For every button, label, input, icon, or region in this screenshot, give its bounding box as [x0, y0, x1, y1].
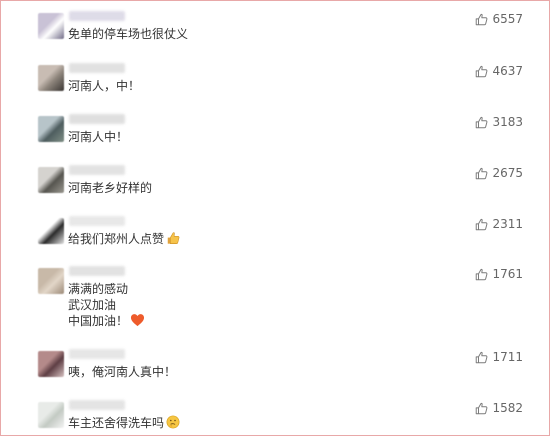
username-blurred[interactable]	[69, 216, 125, 226]
comment-text: 免单的停车场也很仗义	[68, 26, 188, 42]
avatar[interactable]	[38, 65, 64, 91]
comment-text: 车主还舍得洗车吗	[68, 415, 180, 431]
thumbs-up-icon	[476, 167, 488, 179]
comment-text-content: 满满的感动	[68, 282, 129, 296]
like-count: 2675	[492, 166, 523, 180]
avatar[interactable]	[38, 351, 64, 377]
comment-list: 免单的停车场也很仗义 6557 河南人，中！ 4637 河南人中！ 3183 河南老乡好样的…	[0, 0, 550, 436]
comment-text-line: 中国加油！	[68, 313, 145, 329]
like-button[interactable]: 6557	[475, 11, 523, 27]
like-button[interactable]: 2675	[475, 165, 523, 181]
avatar[interactable]	[38, 268, 64, 294]
username-blurred[interactable]	[69, 114, 125, 124]
comment-text-content: 河南人中！	[68, 130, 129, 144]
like-button[interactable]: 1711	[475, 349, 523, 365]
comment-text-content: 免单的停车场也很仗义	[68, 27, 189, 41]
thumbs-up-icon	[476, 218, 488, 230]
comment-text: 河南人中！	[68, 129, 128, 145]
comment-text-content: 给我们郑州人点赞	[68, 232, 165, 246]
comment-text-content: 咦，俺河南人真中！	[68, 365, 177, 379]
comment-text-content: 武汉加油	[68, 298, 117, 312]
like-button[interactable]: 1582	[475, 400, 523, 416]
like-button[interactable]: 4637	[475, 63, 523, 79]
comment-text-line: 给我们郑州人点赞	[68, 231, 180, 247]
like-button[interactable]: 2311	[475, 216, 523, 232]
comment-text: 河南人，中！	[68, 78, 140, 94]
thumbs-up-icon	[476, 402, 488, 414]
comment-text-line: 免单的停车场也很仗义	[68, 26, 188, 42]
avatar[interactable]	[38, 218, 64, 244]
thumbs-up-icon	[476, 65, 488, 77]
avatar[interactable]	[38, 402, 64, 428]
like-count: 6557	[492, 12, 523, 26]
comment-text-line: 河南人中！	[68, 129, 128, 145]
comment-text-content: 河南人，中！	[68, 79, 141, 93]
thumbs-up-icon	[476, 268, 488, 280]
comment-text-line: 武汉加油	[68, 297, 145, 313]
like-count: 1582	[492, 401, 523, 415]
thinking-emoji-icon	[166, 415, 180, 429]
thumbs-up-icon	[476, 13, 488, 25]
comment-text: 给我们郑州人点赞	[68, 231, 180, 247]
comment-text: 咦，俺河南人真中！	[68, 364, 176, 380]
comment-text-content: 车主还舍得洗车吗	[68, 416, 165, 430]
like-count: 4637	[492, 64, 523, 78]
like-count: 2311	[492, 217, 523, 231]
like-count: 3183	[492, 115, 523, 129]
like-count: 1761	[492, 267, 523, 281]
like-count: 1711	[492, 350, 523, 364]
username-blurred[interactable]	[69, 266, 125, 276]
avatar[interactable]	[38, 13, 64, 39]
thumbs-up-icon	[476, 116, 488, 128]
comment-text-content: 河南老乡好样的	[68, 181, 153, 195]
like-button[interactable]: 1761	[475, 266, 523, 282]
thumbs-up-emoji-icon	[167, 232, 180, 244]
comment-text-line: 咦，俺河南人真中！	[68, 364, 176, 380]
heart-emoji-icon	[130, 314, 145, 327]
comment-text: 河南老乡好样的	[68, 180, 152, 196]
username-blurred[interactable]	[69, 11, 125, 21]
comment-text: 满满的感动武汉加油中国加油！	[68, 281, 145, 329]
comment-text-line: 车主还舍得洗车吗	[68, 415, 180, 431]
comment-text-line: 满满的感动	[68, 281, 145, 297]
username-blurred[interactable]	[69, 349, 125, 359]
comment-text-content: 中国加油！	[68, 314, 129, 328]
username-blurred[interactable]	[69, 63, 125, 73]
comment-text-line: 河南人，中！	[68, 78, 140, 94]
thumbs-up-icon	[476, 351, 488, 363]
like-button[interactable]: 3183	[475, 114, 523, 130]
comment-text-line: 河南老乡好样的	[68, 180, 152, 196]
avatar[interactable]	[38, 116, 64, 142]
username-blurred[interactable]	[69, 400, 125, 410]
username-blurred[interactable]	[69, 165, 125, 175]
avatar[interactable]	[38, 167, 64, 193]
